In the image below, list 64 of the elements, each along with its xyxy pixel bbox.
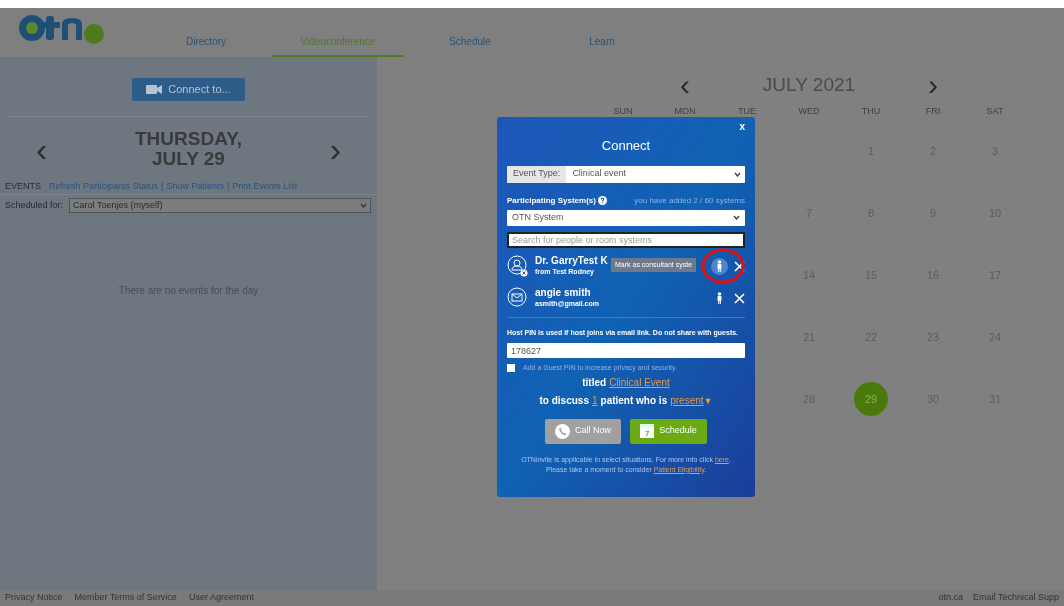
patient-count-link[interactable]: 1 (591, 393, 598, 408)
previous-day-arrow[interactable]: ‹ (36, 132, 48, 166)
video-camera-icon (146, 85, 163, 94)
events-label: EVENTS (5, 179, 41, 193)
participant-name: angie smith (535, 287, 591, 298)
dialog-title: Connect (601, 137, 651, 155)
search-field[interactable]: Search for people or room systems (507, 231, 745, 248)
calendar-icon: 7 (640, 424, 655, 438)
nav-tab[interactable]: Schedule (404, 8, 536, 57)
remove-button[interactable] (733, 292, 745, 304)
call-now-button[interactable]: Call Now (545, 418, 621, 444)
patient-label: patient who is (600, 394, 668, 408)
titled-label: titled (582, 376, 607, 390)
presence-link[interactable]: present▼ (670, 393, 713, 409)
envelope-icon (507, 287, 529, 309)
participants-label: Participating System(s) (507, 194, 596, 207)
person-icon (507, 255, 529, 277)
highlight-ellipse (701, 248, 745, 284)
chevron-down-icon (360, 203, 367, 208)
event-title-link[interactable]: Clinical Event (609, 375, 670, 390)
footer-link[interactable]: User Agreement (188, 591, 254, 605)
scheduled-for-select[interactable]: Carol Toenjes (myself) (69, 198, 371, 213)
remove-button[interactable] (733, 260, 745, 272)
nav-tab[interactable]: Directory (140, 8, 272, 57)
link-separator: | (161, 179, 164, 193)
date-heading: JULY 29 (152, 149, 225, 169)
help-icon[interactable] (597, 196, 607, 205)
person-standing-icon (716, 292, 723, 304)
event-link[interactable]: Show Patients (166, 179, 224, 194)
scheduled-for-label: Scheduled for: (5, 198, 64, 212)
person-standing-icon (716, 260, 723, 272)
consultant-button[interactable] (711, 257, 728, 275)
weekday-label: TUE (738, 105, 756, 119)
footer-link[interactable]: Member Terms of Service (74, 591, 177, 605)
event-link[interactable]: Refresh Participants Status (49, 179, 159, 194)
date-heading: THURSDAY, (135, 129, 242, 149)
weekday-label: WED (798, 105, 820, 119)
footer-link[interactable]: Privacy Notice (5, 591, 63, 605)
nav-tab[interactable]: Learn (536, 8, 668, 57)
host-pin-field[interactable]: 178627 (507, 343, 745, 358)
link-separator: | (226, 179, 230, 193)
event-link[interactable]: Print Events List (232, 179, 298, 194)
guest-pin-checkbox[interactable] (507, 363, 515, 372)
system-select[interactable]: OTN System (507, 209, 745, 226)
schedule-button[interactable]: 7 Schedule (630, 418, 707, 444)
next-day-arrow[interactable]: › (329, 132, 341, 166)
weekday-label: THU (861, 105, 881, 119)
discuss-label: to discuss (539, 394, 589, 408)
chevron-down-icon (733, 215, 740, 220)
close-button[interactable]: x (739, 121, 745, 133)
chevron-down-icon (734, 171, 741, 177)
event-type-select[interactable]: Event Type: Clinical event (507, 165, 745, 183)
weekday-label: FRI (925, 105, 941, 119)
calendar-day[interactable]: 29 (854, 382, 888, 416)
weekday-label: MON (674, 105, 696, 119)
connect-button[interactable]: Connect to... (132, 78, 245, 101)
previous-month-arrow[interactable]: ‹ (680, 70, 690, 100)
weekday-label: SUN (613, 105, 633, 119)
participant-name: Dr. GarryTest K (535, 255, 608, 266)
weekday-label: SAT (986, 105, 1004, 119)
participants-count: you have added 2 / 60 systems (634, 194, 745, 207)
phone-icon (555, 423, 570, 439)
next-month-arrow[interactable]: › (928, 70, 938, 100)
footer-link[interactable]: otn.ca (938, 591, 964, 605)
